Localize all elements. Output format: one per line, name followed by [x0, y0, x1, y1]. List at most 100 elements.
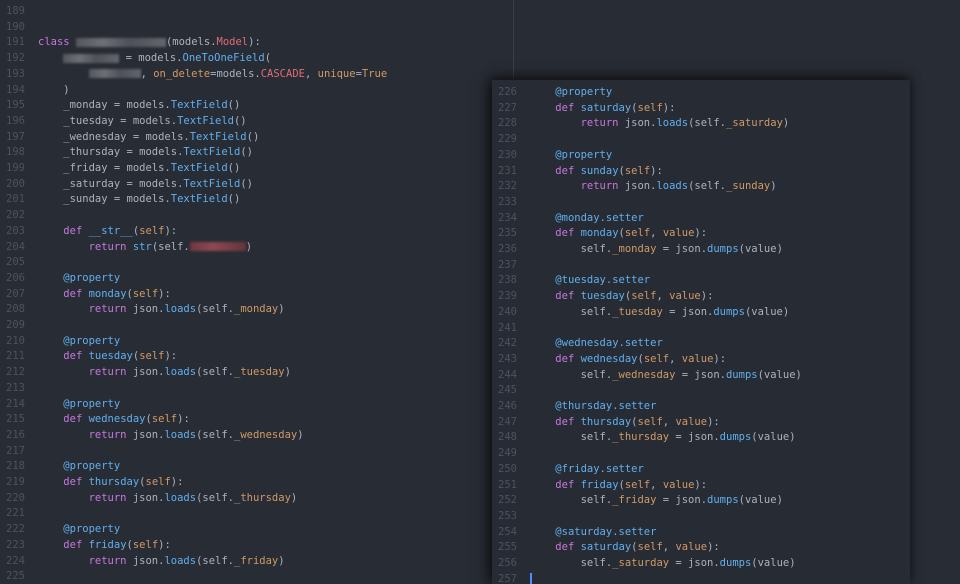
line-number: 212: [6, 366, 25, 379]
code-line[interactable]: 216 return json.loads(self._wednesday): [0, 428, 304, 444]
code-line[interactable]: 219 def thursday(self):: [0, 475, 183, 491]
code-line[interactable]: 207 def monday(self):: [0, 287, 171, 303]
code-text: def __str__(self):: [38, 224, 177, 240]
code-text: @property: [38, 397, 120, 413]
code-line[interactable]: 201 _sunday = models.TextField(): [0, 192, 240, 208]
code-line[interactable]: 204 return str(self.): [0, 240, 252, 256]
code-line[interactable]: 245: [492, 383, 530, 399]
code-token: json.: [618, 180, 657, 193]
code-line[interactable]: 257: [492, 572, 530, 584]
code-text: return json.loads(self._monday): [38, 302, 285, 318]
code-line[interactable]: 251 def friday(self, value):: [492, 478, 707, 494]
code-line[interactable]: 238 @tuesday.setter: [492, 273, 650, 289]
code-line[interactable]: 230 @property: [492, 148, 612, 164]
code-token: @property: [63, 397, 121, 410]
code-line[interactable]: 253: [492, 509, 530, 525]
code-line[interactable]: 205: [0, 255, 38, 271]
code-token: value: [662, 227, 695, 240]
code-line[interactable]: 190: [0, 20, 38, 36]
code-line[interactable]: 240 self._tuesday = json.dumps(value): [492, 305, 789, 321]
code-line[interactable]: 231 def sunday(self):: [492, 164, 663, 180]
code-line[interactable]: 233: [492, 195, 530, 211]
code-line[interactable]: 236 self._monday = json.dumps(value): [492, 242, 783, 258]
code-line[interactable]: 221: [0, 506, 38, 522]
code-line[interactable]: 254 @saturday.setter: [492, 525, 656, 541]
code-token: loads: [164, 303, 197, 316]
code-token: monday: [580, 227, 619, 240]
code-line[interactable]: 215 def wednesday(self):: [0, 412, 190, 428]
code-line[interactable]: 208 return json.loads(self._monday): [0, 302, 285, 318]
code-line[interactable]: 235 def monday(self, value):: [492, 226, 707, 242]
code-line[interactable]: 224 return json.loads(self._friday): [0, 554, 285, 570]
code-line[interactable]: 203 def __str__(self):: [0, 224, 177, 240]
code-token: = json.: [669, 431, 720, 444]
code-line[interactable]: 222 @property: [0, 522, 120, 538]
code-line[interactable]: 197 _wednesday = models.TextField(): [0, 130, 259, 146]
code-token: self: [637, 541, 663, 554]
line-number: 222: [6, 523, 25, 536]
code-line[interactable]: 213: [0, 381, 38, 397]
code-line[interactable]: 212 return json.loads(self._tuesday): [0, 365, 291, 381]
code-line[interactable]: 217: [0, 444, 38, 460]
code-line[interactable]: 247 def thursday(self, value):: [492, 415, 720, 431]
code-line[interactable]: 206 @property: [0, 271, 120, 287]
code-line[interactable]: 255 def saturday(self, value):: [492, 540, 720, 556]
code-line[interactable]: 210 @property: [0, 334, 120, 350]
code-token: ): [770, 180, 777, 193]
code-line[interactable]: 214 @property: [0, 397, 120, 413]
code-line[interactable]: 256 self._saturday = json.dumps(value): [492, 556, 796, 572]
code-line[interactable]: 237: [492, 258, 530, 274]
editor-pane-right[interactable]: 226 @property 227 def saturday(self): 228 …: [492, 80, 910, 584]
code-line[interactable]: 229: [492, 132, 530, 148]
code-line[interactable]: 199 _friday = models.TextField(): [0, 161, 240, 177]
redacted-text: [88, 69, 141, 79]
code-line[interactable]: 223 def friday(self):: [0, 538, 171, 554]
code-line[interactable]: 193 , on_delete=models.CASCADE, unique=T…: [0, 67, 387, 83]
code-token: @wednesday.setter: [555, 337, 663, 350]
code-line[interactable]: 244 self._wednesday = json.dumps(value): [492, 368, 802, 384]
line-number: 207: [6, 287, 25, 300]
code-line[interactable]: 232 return json.loads(self._sunday): [492, 179, 777, 195]
code-line[interactable]: 225: [0, 569, 38, 584]
code-line[interactable]: 189: [0, 4, 38, 20]
code-token: unique: [317, 67, 356, 80]
code-line[interactable]: 194 ): [0, 83, 70, 99]
code-line[interactable]: 227 def saturday(self):: [492, 101, 675, 117]
code-line[interactable]: 220 return json.loads(self._thursday): [0, 491, 297, 507]
code-line[interactable]: 243 def wednesday(self, value):: [492, 352, 726, 368]
code-token: def: [555, 352, 575, 365]
code-line[interactable]: 228 return json.loads(self._saturday): [492, 116, 789, 132]
code-token: self: [151, 413, 178, 426]
code-token: @property: [63, 460, 121, 473]
code-line[interactable]: 198 _thursday = models.TextField(): [0, 145, 253, 161]
code-line[interactable]: 191 class (models.Model):: [0, 35, 261, 51]
code-text: ): [38, 83, 69, 99]
code-line[interactable]: 248 self._thursday = json.dumps(value): [492, 430, 796, 446]
code-line[interactable]: 239 def tuesday(self, value):: [492, 289, 713, 305]
code-line[interactable]: 200 _saturday = models.TextField(): [0, 177, 253, 193]
code-line[interactable]: 196 _tuesday = models.TextField(): [0, 114, 247, 130]
code-line[interactable]: 246 @thursday.setter: [492, 399, 656, 415]
code-line[interactable]: 226 @property: [492, 85, 612, 101]
code-token: (self.: [688, 180, 726, 193]
code-line[interactable]: 211 def tuesday(self):: [0, 349, 177, 365]
code-line[interactable]: 234 @monday.setter: [492, 211, 644, 227]
code-token: @property: [63, 523, 121, 536]
code-token: = json.: [662, 305, 714, 318]
code-line[interactable]: 192 = models.OneToOneField(: [0, 51, 271, 67]
code-line[interactable]: 218 @property: [0, 459, 120, 475]
code-line[interactable]: 250 @friday.setter: [492, 462, 644, 478]
code-line[interactable]: 252 self._friday = json.dumps(value): [492, 493, 783, 509]
code-line[interactable]: 195 _monday = models.TextField(): [0, 98, 240, 114]
line-number: 206: [6, 271, 25, 284]
code-line[interactable]: 241: [492, 321, 530, 337]
code-line[interactable]: 202: [0, 208, 38, 224]
code-line[interactable]: 249: [492, 446, 530, 462]
code-line[interactable]: 209: [0, 318, 38, 334]
code-line[interactable]: 242 @wednesday.setter: [492, 336, 663, 352]
code-text: @property: [38, 334, 120, 350]
